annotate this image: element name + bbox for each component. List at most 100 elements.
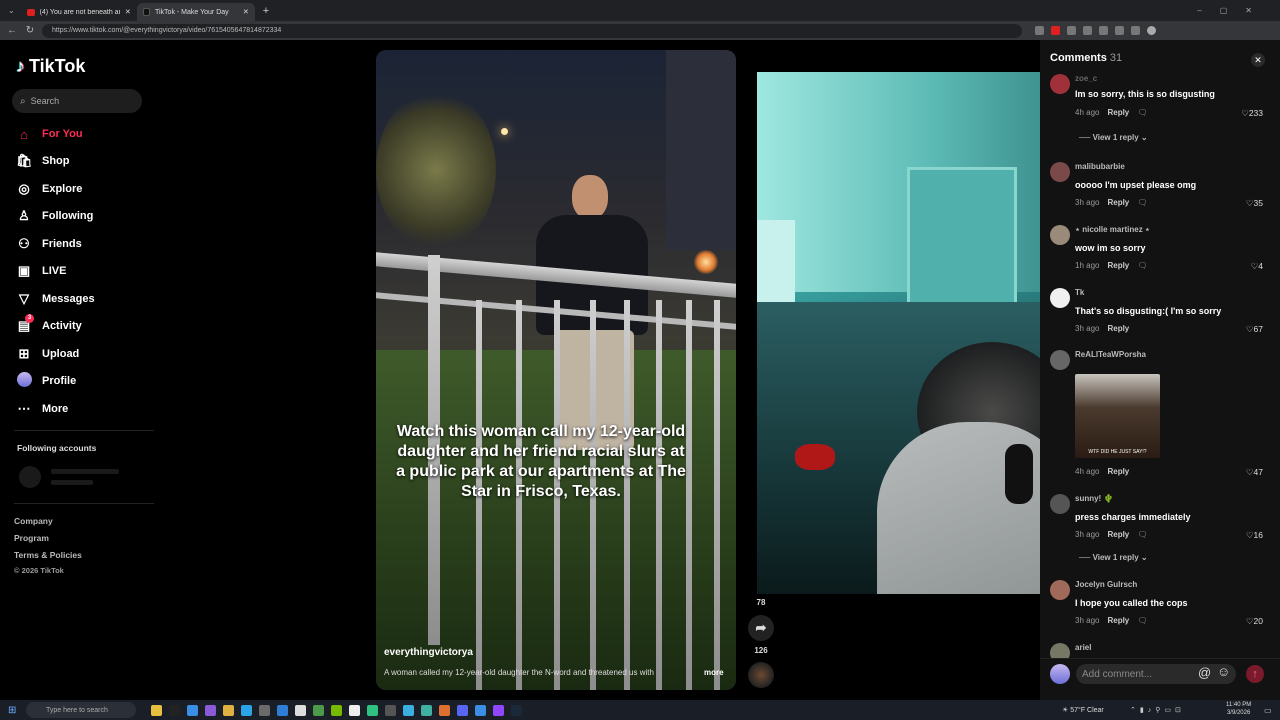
window-controls[interactable]: –▢✕ — [1197, 6, 1270, 15]
app-icon[interactable] — [511, 704, 522, 716]
app-icon[interactable] — [259, 704, 270, 716]
avatar[interactable] — [1050, 162, 1070, 182]
tray-icons[interactable]: ⌃▮♪⚲▭⊡ — [1130, 706, 1185, 714]
sidebar-item-messages[interactable]: ▽ Messages — [16, 289, 95, 309]
view-replies-button[interactable]: ── View 1 reply ⌄ — [1079, 553, 1148, 562]
extension-icon[interactable] — [1067, 26, 1076, 35]
url-field[interactable]: https://www.tiktok.com/@everythingvictor… — [42, 23, 1022, 38]
extensions-icons[interactable] — [1028, 26, 1156, 35]
like-button[interactable]: ♡20 — [1246, 616, 1263, 627]
comment-username[interactable]: malibubarbie — [1075, 162, 1125, 171]
app-icon[interactable] — [457, 704, 468, 716]
extension-icon[interactable] — [1083, 26, 1092, 35]
share-button[interactable]: ➦ — [748, 615, 774, 641]
back-icon[interactable]: ← — [6, 25, 18, 36]
like-button[interactable]: ♡233 — [1241, 108, 1263, 119]
like-button[interactable]: ♡4 — [1251, 261, 1263, 272]
extension-icon[interactable] — [1115, 26, 1124, 35]
notification-icon[interactable]: ▭ — [1264, 706, 1272, 715]
like-button[interactable]: ♡67 — [1246, 324, 1263, 335]
app-icon[interactable] — [493, 704, 504, 716]
extension-icon[interactable] — [1131, 26, 1140, 35]
profile-avatar-icon[interactable] — [1147, 26, 1156, 35]
weather-widget[interactable]: ☀ 57°F Clear — [1062, 706, 1104, 714]
app-icon[interactable] — [295, 704, 306, 716]
avatar[interactable] — [1050, 350, 1070, 370]
like-button[interactable]: ♡47 — [1246, 467, 1263, 478]
send-button[interactable]: ↑ — [1246, 665, 1264, 683]
footer-program-link[interactable]: Program — [14, 533, 49, 543]
like-button[interactable]: ♡16 — [1246, 530, 1263, 541]
app-icon[interactable] — [421, 704, 432, 716]
reply-button[interactable]: Reply — [1107, 108, 1129, 117]
avatar[interactable] — [1050, 288, 1070, 308]
app-icon[interactable] — [187, 704, 198, 716]
reply-button[interactable]: Reply — [1107, 324, 1129, 333]
app-icon[interactable] — [277, 704, 288, 716]
sidebar-item-more[interactable]: ⋯ More — [16, 399, 69, 419]
reply-button[interactable]: Reply — [1107, 616, 1129, 625]
comment-username[interactable]: ReALITeaWPorsha — [1075, 350, 1146, 359]
app-icon[interactable] — [313, 704, 324, 716]
comment-username[interactable]: sunny! 🌵 — [1075, 494, 1113, 503]
app-icon[interactable] — [151, 704, 162, 716]
sidebar-item-following[interactable]: ♙ Following — [16, 206, 93, 226]
app-icon[interactable] — [169, 704, 180, 716]
avatar[interactable] — [1050, 225, 1070, 245]
app-icon[interactable] — [403, 704, 414, 716]
app-icon[interactable] — [439, 704, 450, 716]
view-replies-button[interactable]: ── View 1 reply ⌄ — [1079, 133, 1148, 142]
tab-tiktok[interactable]: TikTok - Make Your Day ✕ — [136, 3, 255, 21]
sidebar-item-friends[interactable]: ⚇ Friends — [16, 234, 82, 254]
app-icon[interactable] — [205, 704, 216, 716]
clock[interactable]: 11:40 PM 3/9/2026 — [1226, 701, 1251, 717]
sidebar-item-upload[interactable]: ⊞ Upload — [16, 344, 80, 364]
music-disc[interactable] — [748, 662, 774, 690]
tiktok-logo[interactable]: ♪ TikTok — [16, 56, 85, 77]
avatar[interactable] — [1050, 494, 1070, 514]
search-input[interactable]: ⌕ Search — [12, 89, 142, 113]
like-button[interactable]: ♡35 — [1246, 198, 1263, 209]
new-tab-icon[interactable]: + — [263, 5, 269, 17]
close-tab-icon[interactable]: ✕ — [243, 8, 249, 16]
tab-youtube[interactable]: (4) You are not beneath anything. ✕ — [21, 3, 137, 21]
app-icon[interactable] — [349, 704, 360, 716]
comment-username[interactable]: ariel — [1075, 643, 1091, 652]
sidebar-item-live[interactable]: ▣ LIVE — [16, 261, 67, 281]
comment-username[interactable]: ⋆ nicolle martinez ⋆ — [1075, 225, 1150, 234]
video-author[interactable]: everythingvictorya — [384, 647, 473, 658]
extension-icon[interactable] — [1099, 26, 1108, 35]
add-comment-input[interactable]: Add comment... — [1076, 664, 1236, 684]
avatar[interactable] — [1050, 580, 1070, 600]
windows-start-icon[interactable]: ⊞ — [8, 705, 16, 716]
comment-image[interactable]: WTF DID HE JUST SAY!? — [1075, 374, 1160, 458]
extension-icon[interactable] — [1035, 26, 1044, 35]
sidebar-item-explore[interactable]: ◎ Explore — [16, 179, 82, 199]
app-icon[interactable] — [331, 704, 342, 716]
app-icon[interactable] — [241, 704, 252, 716]
taskbar-search[interactable]: Type here to search — [26, 702, 136, 718]
reply-button[interactable]: Reply — [1107, 261, 1129, 270]
footer-company-link[interactable]: Company — [14, 516, 53, 526]
close-tab-icon[interactable]: ✕ — [125, 8, 131, 16]
reply-button[interactable]: Reply — [1107, 530, 1129, 539]
app-icon[interactable] — [385, 704, 396, 716]
emoji-icon[interactable]: ☺ — [1217, 664, 1230, 679]
sidebar-item-activity[interactable]: ▤ 3 Activity — [16, 314, 82, 336]
sidebar-item-profile[interactable]: Profile — [16, 371, 76, 391]
app-icon[interactable] — [223, 704, 234, 716]
footer-terms-link[interactable]: Terms & Policies — [14, 550, 82, 560]
comment-username[interactable]: zoe_c — [1075, 74, 1097, 83]
comment-username[interactable]: Tk — [1075, 288, 1084, 297]
reply-button[interactable]: Reply — [1107, 467, 1129, 476]
close-comments-button[interactable]: ✕ — [1251, 53, 1265, 67]
reply-button[interactable]: Reply — [1107, 198, 1129, 207]
video-player[interactable]: Watch this woman call my 12-year-old dau… — [376, 50, 736, 690]
sidebar-item-for-you[interactable]: ⌂ For You — [16, 124, 82, 144]
more-link[interactable]: more — [704, 668, 724, 677]
sidebar-item-shop[interactable]: 🛍 Shop — [16, 151, 70, 171]
tab-list-chevron-icon[interactable]: ⌄ — [8, 6, 15, 15]
extension-icon[interactable] — [1051, 26, 1060, 35]
avatar[interactable] — [1050, 74, 1070, 94]
app-icon[interactable] — [475, 704, 486, 716]
